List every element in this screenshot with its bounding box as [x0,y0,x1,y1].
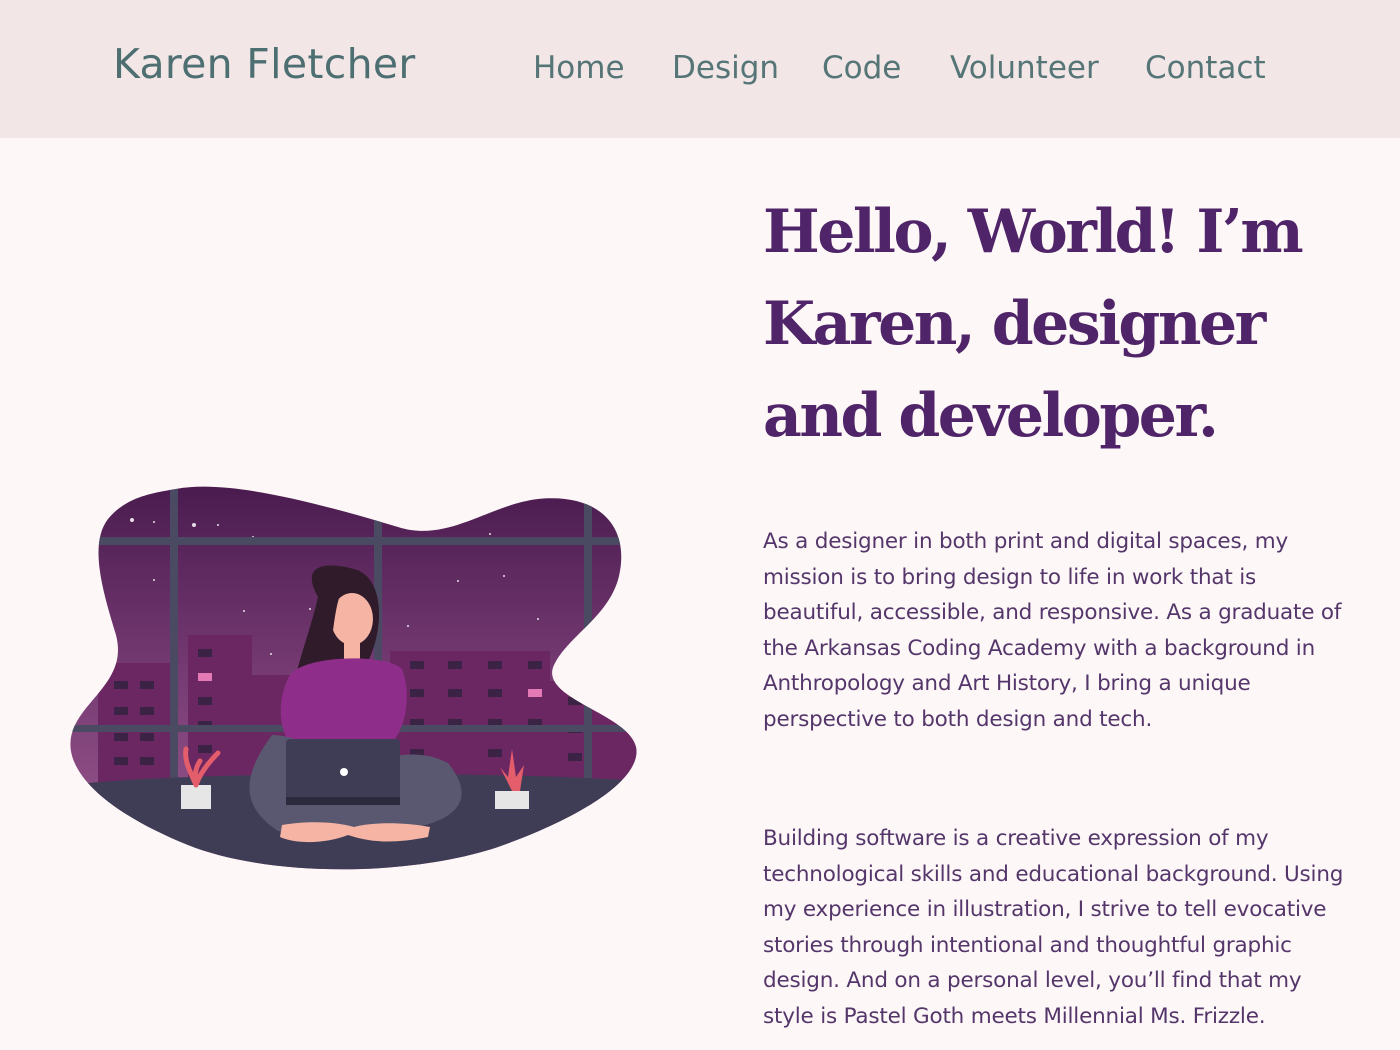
hero-headline: Hello, World! I’m Karen, designer and de… [763,197,1304,451]
site-header: Karen Fletcher Home Design Code Voluntee… [0,0,1400,138]
nav-link-code[interactable]: Code [822,50,901,86]
intro-paragraph: As a designer in both print and digital … [763,529,1342,732]
nav-link-home[interactable]: Home [533,50,625,86]
nav-link-design[interactable]: Design [672,50,779,86]
main-nav: Home Design Code Volunteer Contact [0,50,1400,94]
nav-link-volunteer[interactable]: Volunteer [950,50,1099,86]
intro-paragraph-2: Building software is a creative expressi… [763,826,1344,1029]
hero-illustration [70,486,637,870]
nav-link-contact[interactable]: Contact [1145,50,1266,86]
